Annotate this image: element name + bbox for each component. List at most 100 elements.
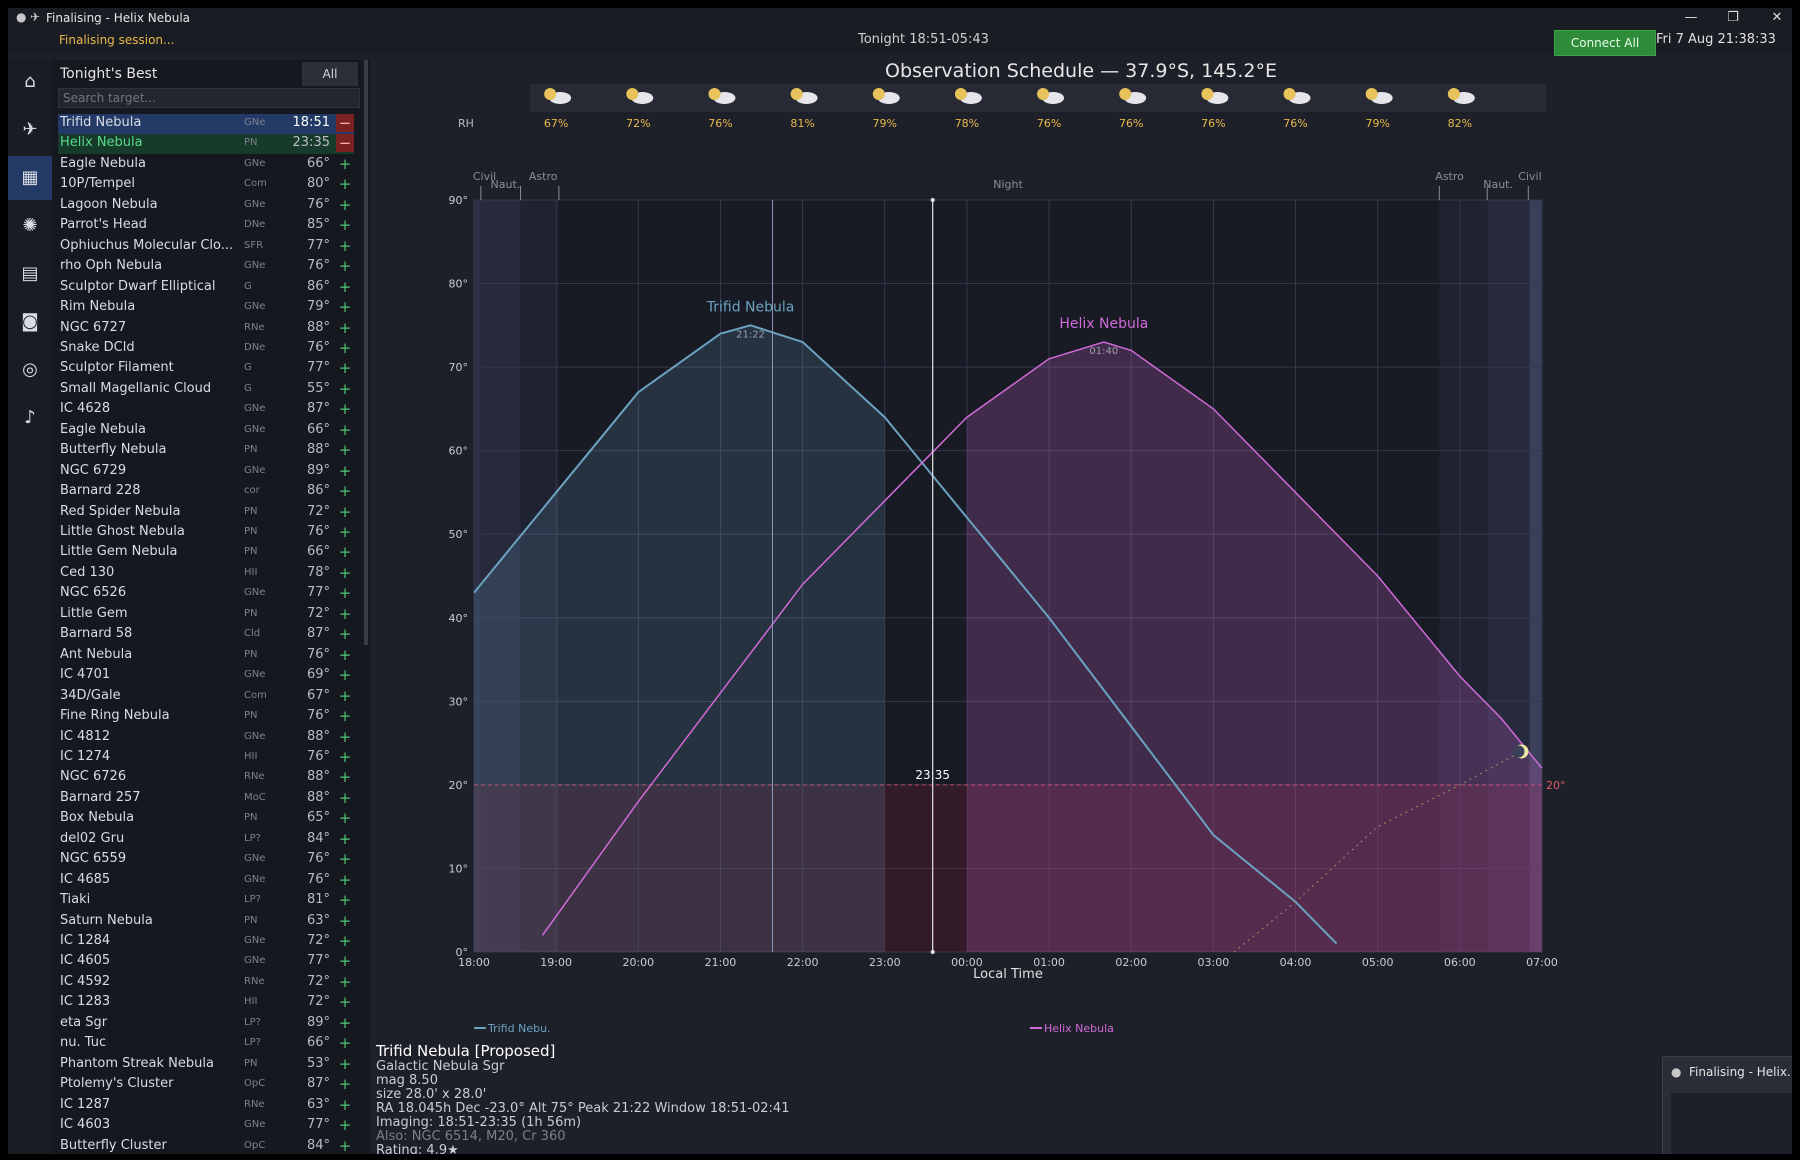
target-row[interactable]: IC 4603 GNe 77° + xyxy=(58,1116,354,1136)
add-target-button[interactable]: + xyxy=(336,789,354,807)
add-target-button[interactable]: + xyxy=(336,421,354,439)
add-target-button[interactable]: + xyxy=(336,850,354,868)
target-row[interactable]: Parrot's Head DNe 85° + xyxy=(58,216,354,236)
add-target-button[interactable]: + xyxy=(336,1137,354,1155)
target-row[interactable]: Butterfly Cluster OpC 84° + xyxy=(58,1137,354,1155)
target-row[interactable]: eta Sgr LP? 89° + xyxy=(58,1014,354,1034)
target-row[interactable]: rho Oph Nebula GNe 76° + xyxy=(58,257,354,277)
add-target-button[interactable]: + xyxy=(336,584,354,602)
film-icon[interactable]: ▤ xyxy=(8,252,52,296)
add-target-button[interactable]: + xyxy=(336,625,354,643)
add-target-button[interactable]: + xyxy=(336,196,354,214)
add-target-button[interactable]: + xyxy=(336,482,354,500)
remove-target-button[interactable]: − xyxy=(336,114,354,132)
add-target-button[interactable]: + xyxy=(336,503,354,521)
calendar-icon[interactable]: ▦ xyxy=(8,156,52,200)
target-row[interactable]: Barnard 228 cor 86° + xyxy=(58,482,354,502)
sidebar-scrollbar[interactable] xyxy=(364,60,368,645)
target-row[interactable]: Eagle Nebula GNe 66° + xyxy=(58,421,354,441)
add-target-button[interactable]: + xyxy=(336,298,354,316)
target-row[interactable]: Little Gem PN 72° + xyxy=(58,605,354,625)
target-row[interactable]: Little Gem Nebula PN 66° + xyxy=(58,543,354,563)
add-target-button[interactable]: + xyxy=(336,216,354,234)
add-target-button[interactable]: + xyxy=(336,278,354,296)
target-row[interactable]: Barnard 58 Cld 87° + xyxy=(58,625,354,645)
target-row[interactable]: nu. Tuc LP? 66° + xyxy=(58,1034,354,1054)
target-row[interactable]: IC 4628 GNe 87° + xyxy=(58,400,354,420)
target-row[interactable]: 34D/Gale Com 67° + xyxy=(58,687,354,707)
bell-icon[interactable]: ♪ xyxy=(8,396,52,440)
camera-icon[interactable]: ◙ xyxy=(8,300,52,344)
target-row[interactable]: Helix Nebula PN 23:35− xyxy=(58,134,354,155)
telescope-icon[interactable]: ✈ xyxy=(8,108,52,152)
target-row[interactable]: Ant Nebula PN 76° + xyxy=(58,646,354,666)
target-row[interactable]: IC 1283 HII 72° + xyxy=(58,993,354,1013)
target-row[interactable]: NGC 6726 RNe 88° + xyxy=(58,768,354,788)
add-target-button[interactable]: + xyxy=(336,462,354,480)
add-target-button[interactable]: + xyxy=(336,359,354,377)
add-target-button[interactable]: + xyxy=(336,1055,354,1073)
add-target-button[interactable]: + xyxy=(336,543,354,561)
add-target-button[interactable]: + xyxy=(336,400,354,418)
minimize-button[interactable]: — xyxy=(1676,10,1706,25)
connect-all-button[interactable]: Connect All xyxy=(1554,30,1656,56)
home-icon[interactable]: ⌂ xyxy=(8,60,52,104)
restore-button[interactable]: ❐ xyxy=(1718,10,1748,25)
target-row[interactable]: Eagle Nebula GNe 66° + xyxy=(58,155,354,175)
add-target-button[interactable]: + xyxy=(336,952,354,970)
target-row[interactable]: del02 Gru LP? 84° + xyxy=(58,830,354,850)
taskbar-thumbnail[interactable]: ● Finalising - Helix... xyxy=(1662,1056,1792,1154)
target-row[interactable]: NGC 6729 GNe 89° + xyxy=(58,462,354,482)
target-row[interactable]: IC 1274 HII 76° + xyxy=(58,748,354,768)
target-row[interactable]: 10P/Tempel Com 80° + xyxy=(58,175,354,195)
add-target-button[interactable]: + xyxy=(336,728,354,746)
target-row[interactable]: IC 4685 GNe 76° + xyxy=(58,871,354,891)
add-target-button[interactable]: + xyxy=(336,768,354,786)
add-target-button[interactable]: + xyxy=(336,891,354,909)
add-target-button[interactable]: + xyxy=(336,973,354,991)
target-row[interactable]: Butterfly Nebula PN 88° + xyxy=(58,441,354,461)
add-target-button[interactable]: + xyxy=(336,380,354,398)
target-row[interactable]: IC 4592 RNe 72° + xyxy=(58,973,354,993)
add-target-button[interactable]: + xyxy=(336,523,354,541)
add-target-button[interactable]: + xyxy=(336,155,354,173)
add-target-button[interactable]: + xyxy=(336,687,354,705)
target-row[interactable]: Sculptor Filament G 77° + xyxy=(58,359,354,379)
add-target-button[interactable]: + xyxy=(336,564,354,582)
search-input[interactable] xyxy=(58,88,360,108)
target-row[interactable]: Saturn Nebula PN 63° + xyxy=(58,912,354,932)
add-target-button[interactable]: + xyxy=(336,748,354,766)
add-target-button[interactable]: + xyxy=(336,237,354,255)
target-row[interactable]: Red Spider Nebula PN 72° + xyxy=(58,503,354,523)
close-button[interactable]: ✕ xyxy=(1762,10,1792,25)
add-target-button[interactable]: + xyxy=(336,1116,354,1134)
target-row[interactable]: IC 4701 GNe 69° + xyxy=(58,666,354,686)
target-row[interactable]: Lagoon Nebula GNe 76° + xyxy=(58,196,354,216)
target-row[interactable]: IC 1287 RNe 63° + xyxy=(58,1096,354,1116)
add-target-button[interactable]: + xyxy=(336,932,354,950)
add-target-button[interactable]: + xyxy=(336,912,354,930)
target-row[interactable]: NGC 6559 GNe 76° + xyxy=(58,850,354,870)
add-target-button[interactable]: + xyxy=(336,257,354,275)
add-target-button[interactable]: + xyxy=(336,666,354,684)
galaxy-icon[interactable]: ✺ xyxy=(8,204,52,248)
target-row[interactable]: Rim Nebula GNe 79° + xyxy=(58,298,354,318)
add-target-button[interactable]: + xyxy=(336,1096,354,1114)
add-target-button[interactable]: + xyxy=(336,1075,354,1093)
target-row[interactable]: IC 4812 GNe 88° + xyxy=(58,728,354,748)
add-target-button[interactable]: + xyxy=(336,441,354,459)
filter-all-button[interactable]: All xyxy=(302,62,358,86)
target-row[interactable]: Ptolemy's Cluster OpC 87° + xyxy=(58,1075,354,1095)
target-row[interactable]: Little Ghost Nebula PN 76° + xyxy=(58,523,354,543)
target-row[interactable]: Phantom Streak Nebula PN 53° + xyxy=(58,1055,354,1075)
target-row[interactable]: Box Nebula PN 65° + xyxy=(58,809,354,829)
add-target-button[interactable]: + xyxy=(336,646,354,664)
add-target-button[interactable]: + xyxy=(336,809,354,827)
add-target-button[interactable]: + xyxy=(336,1034,354,1052)
target-row[interactable]: IC 1284 GNe 72° + xyxy=(58,932,354,952)
target-row[interactable]: Ced 130 HII 78° + xyxy=(58,564,354,584)
target-row[interactable]: NGC 6727 RNe 88° + xyxy=(58,319,354,339)
target-row[interactable]: Small Magellanic Cloud G 55° + xyxy=(58,380,354,400)
target-row[interactable]: Tiaki LP? 81° + xyxy=(58,891,354,911)
add-target-button[interactable]: + xyxy=(336,175,354,193)
